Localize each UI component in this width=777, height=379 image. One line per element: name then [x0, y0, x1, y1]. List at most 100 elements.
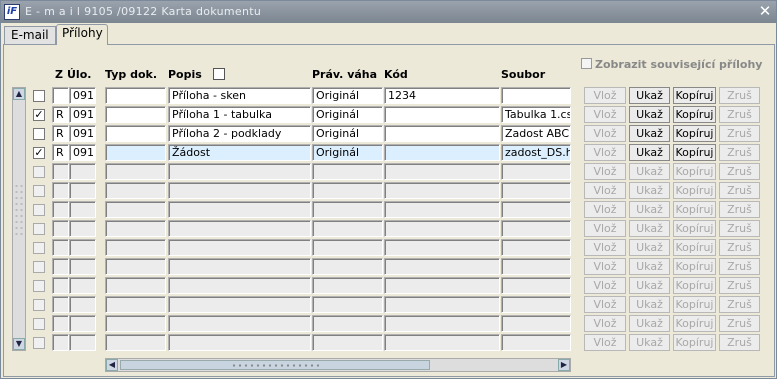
cell-ulo[interactable]: [69, 163, 96, 180]
vloz-button[interactable]: Vlož: [584, 125, 626, 142]
cell-prav-vaha[interactable]: Originál: [312, 87, 383, 104]
zrus-button[interactable]: Zruš: [719, 163, 760, 180]
horizontal-scroll-thumb[interactable]: [120, 360, 430, 370]
cell-prav-vaha[interactable]: [312, 296, 383, 313]
cell-soubor[interactable]: [501, 277, 571, 294]
cell-kod[interactable]: [384, 277, 500, 294]
cell-ulo[interactable]: 091: [69, 144, 96, 161]
cell-popis[interactable]: [168, 163, 311, 180]
cell-prav-vaha[interactable]: [312, 220, 383, 237]
vloz-button[interactable]: Vlož: [584, 144, 626, 161]
vloz-button[interactable]: Vlož: [584, 258, 626, 275]
cell-ulo[interactable]: [69, 201, 96, 218]
ukaz-button[interactable]: Ukaž: [629, 144, 670, 161]
ukaz-button[interactable]: Ukaž: [629, 296, 670, 313]
row-checkbox[interactable]: [33, 299, 45, 311]
cell-kod[interactable]: [384, 315, 500, 332]
zrus-button[interactable]: Zruš: [719, 106, 760, 123]
zrus-button[interactable]: Zruš: [719, 315, 760, 332]
cell-z[interactable]: [52, 315, 69, 332]
cell-kod[interactable]: [384, 334, 500, 351]
ukaz-button[interactable]: Ukaž: [629, 258, 670, 275]
ukaz-button[interactable]: Ukaž: [629, 220, 670, 237]
cell-kod[interactable]: [384, 258, 500, 275]
cell-popis[interactable]: [168, 258, 311, 275]
ukaz-button[interactable]: Ukaž: [629, 315, 670, 332]
row-checkbox[interactable]: [33, 185, 45, 197]
cell-popis[interactable]: [168, 277, 311, 294]
vloz-button[interactable]: Vlož: [584, 182, 626, 199]
cell-popis[interactable]: [168, 239, 311, 256]
cell-soubor[interactable]: [501, 258, 571, 275]
ukaz-button[interactable]: Ukaž: [629, 87, 670, 104]
cell-kod[interactable]: [384, 220, 500, 237]
zrus-button[interactable]: Zruš: [719, 220, 760, 237]
cell-soubor[interactable]: Zadost ABC.d: [501, 125, 571, 142]
scroll-right-icon[interactable]: ▶: [558, 359, 570, 371]
cell-ulo[interactable]: [69, 296, 96, 313]
zrus-button[interactable]: Zruš: [719, 334, 760, 351]
cell-z[interactable]: R: [52, 125, 69, 142]
vloz-button[interactable]: Vlož: [584, 315, 626, 332]
cell-prav-vaha[interactable]: Originál: [312, 125, 383, 142]
cell-z[interactable]: [52, 296, 69, 313]
kopiruj-button[interactable]: Kopíruj: [673, 277, 716, 294]
popis-header-checkbox[interactable]: [213, 68, 225, 80]
cell-z[interactable]: [52, 182, 69, 199]
cell-typ-dok[interactable]: [105, 87, 166, 104]
cell-soubor[interactable]: [501, 296, 571, 313]
cell-kod[interactable]: [384, 296, 500, 313]
cell-soubor[interactable]: [501, 163, 571, 180]
vloz-button[interactable]: Vlož: [584, 201, 626, 218]
cell-ulo[interactable]: 091: [69, 125, 96, 142]
cell-z[interactable]: [52, 334, 69, 351]
cell-popis[interactable]: Příloha 1 - tabulka: [168, 106, 311, 123]
cell-soubor[interactable]: [501, 334, 571, 351]
ukaz-button[interactable]: Ukaž: [629, 201, 670, 218]
vloz-button[interactable]: Vlož: [584, 334, 626, 351]
kopiruj-button[interactable]: Kopíruj: [673, 239, 716, 256]
row-checkbox[interactable]: [33, 128, 45, 140]
cell-typ-dok[interactable]: [105, 315, 166, 332]
zrus-button[interactable]: Zruš: [719, 144, 760, 161]
cell-prav-vaha[interactable]: [312, 334, 383, 351]
cell-ulo[interactable]: [69, 258, 96, 275]
cell-popis[interactable]: [168, 334, 311, 351]
zrus-button[interactable]: Zruš: [719, 258, 760, 275]
cell-typ-dok[interactable]: [105, 125, 166, 142]
cell-popis[interactable]: Příloha - sken: [168, 87, 311, 104]
kopiruj-button[interactable]: Kopíruj: [673, 296, 716, 313]
row-checkbox[interactable]: [33, 280, 45, 292]
cell-ulo[interactable]: 091: [69, 87, 96, 104]
zrus-button[interactable]: Zruš: [719, 239, 760, 256]
cell-ulo[interactable]: [69, 277, 96, 294]
row-checkbox[interactable]: [33, 261, 45, 273]
vloz-button[interactable]: Vlož: [584, 163, 626, 180]
vloz-button[interactable]: Vlož: [584, 106, 626, 123]
ukaz-button[interactable]: Ukaž: [629, 334, 670, 351]
cell-soubor[interactable]: [501, 315, 571, 332]
cell-kod[interactable]: [384, 106, 500, 123]
cell-prav-vaha[interactable]: [312, 163, 383, 180]
cell-ulo[interactable]: [69, 220, 96, 237]
cell-z[interactable]: [52, 220, 69, 237]
cell-kod[interactable]: 1234: [384, 87, 500, 104]
ukaz-button[interactable]: Ukaž: [629, 182, 670, 199]
cell-prav-vaha[interactable]: [312, 182, 383, 199]
zrus-button[interactable]: Zruš: [719, 182, 760, 199]
vloz-button[interactable]: Vlož: [584, 87, 626, 104]
cell-kod[interactable]: [384, 201, 500, 218]
ukaz-button[interactable]: Ukaž: [629, 163, 670, 180]
vloz-button[interactable]: Vlož: [584, 277, 626, 294]
scroll-down-icon[interactable]: ▼: [13, 338, 25, 350]
cell-soubor[interactable]: zadost_DS.htr: [501, 144, 571, 161]
tab-email[interactable]: E-mail: [4, 26, 56, 45]
kopiruj-button[interactable]: Kopíruj: [673, 315, 716, 332]
cell-z[interactable]: [52, 201, 69, 218]
vertical-scroll-thumb[interactable]: [14, 183, 24, 237]
cell-z[interactable]: R: [52, 144, 69, 161]
cell-soubor[interactable]: [501, 239, 571, 256]
kopiruj-button[interactable]: Kopíruj: [673, 182, 716, 199]
ukaz-button[interactable]: Ukaž: [629, 277, 670, 294]
cell-prav-vaha[interactable]: Originál: [312, 106, 383, 123]
